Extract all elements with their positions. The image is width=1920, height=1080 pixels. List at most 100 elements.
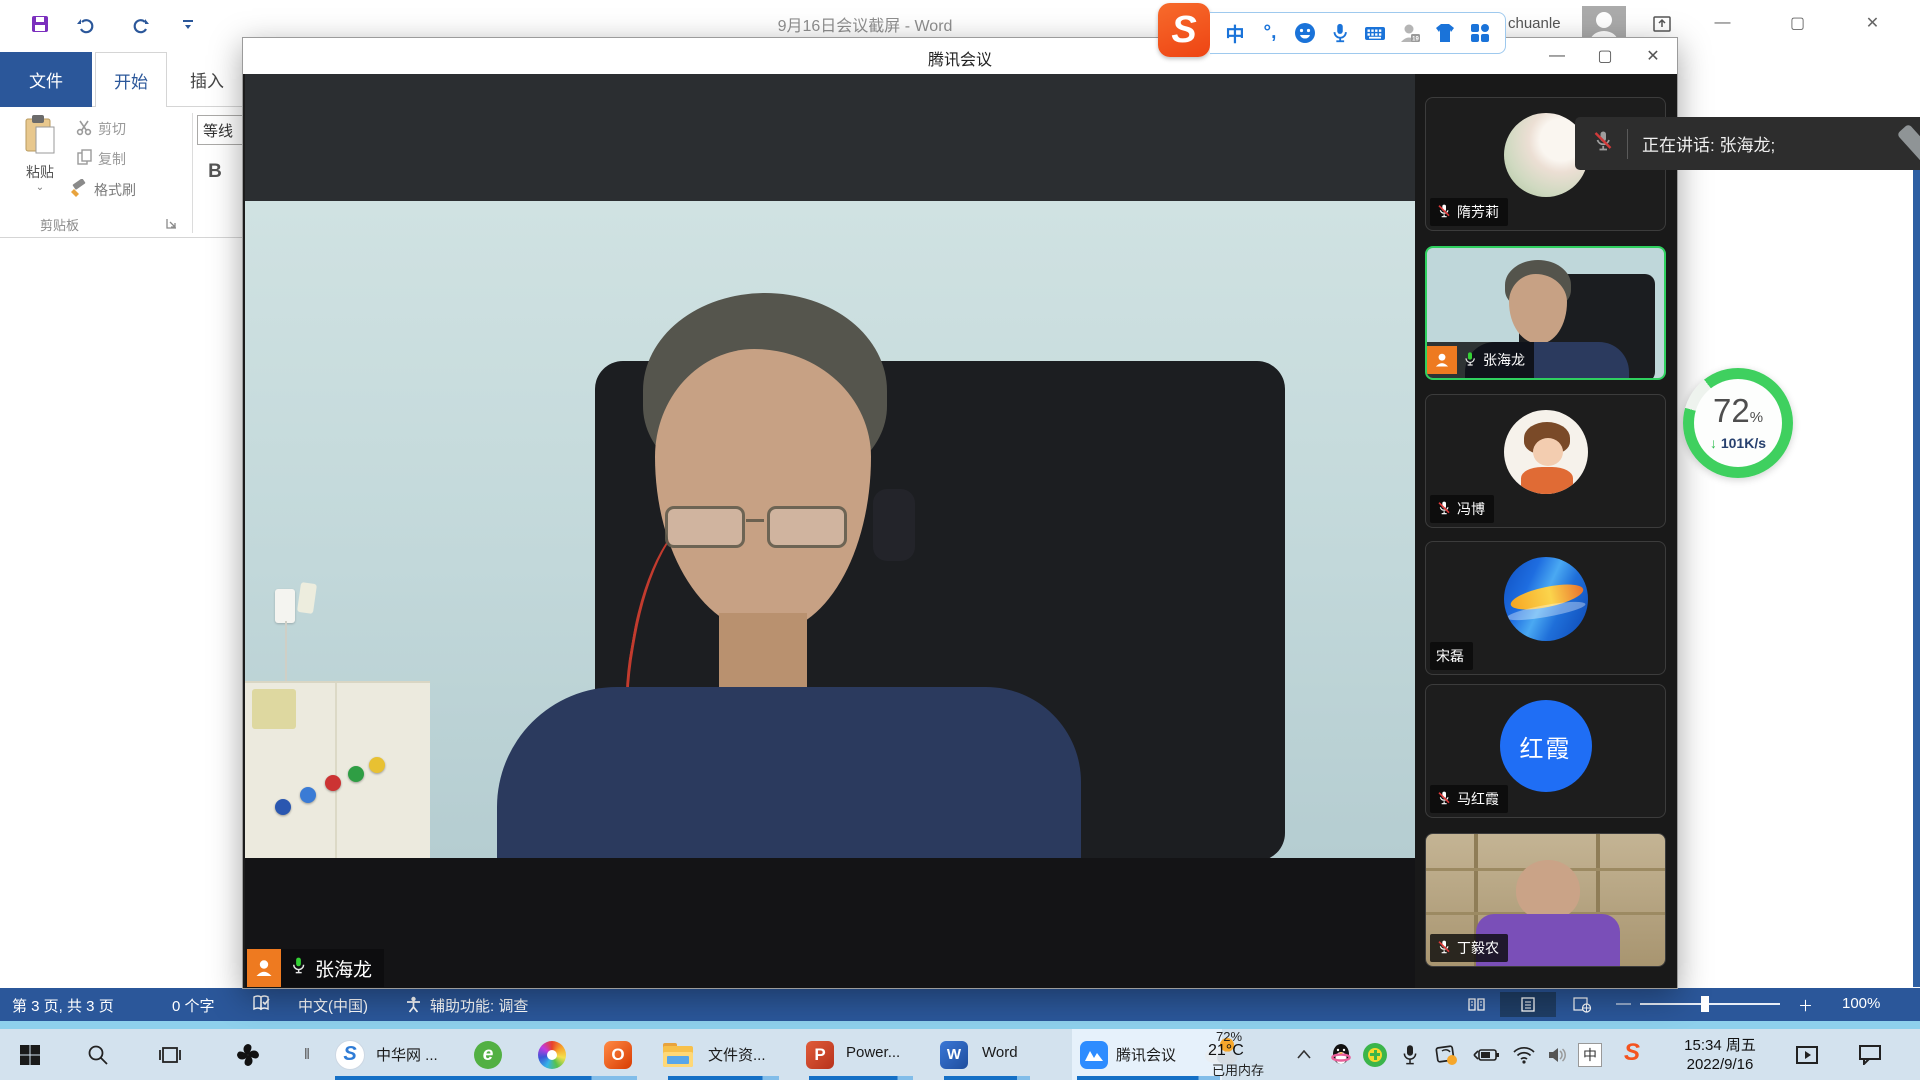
tray-ime-indicator[interactable]: 中 — [1578, 1043, 1602, 1067]
paste-button[interactable]: 粘贴 ⌄ — [16, 113, 64, 213]
proofing-icon[interactable] — [252, 995, 272, 1016]
file-explorer-label[interactable]: 文件资... — [708, 1044, 766, 1065]
word-scrollbar[interactable] — [1913, 125, 1920, 987]
zoom-slider-track[interactable] — [1640, 1003, 1780, 1005]
participant-tile[interactable]: 丁毅农 — [1425, 833, 1666, 967]
tray-sogou-icon[interactable]: S — [1624, 1039, 1640, 1067]
keyboard-icon[interactable] — [1362, 20, 1388, 46]
participant-tile[interactable]: 冯博 — [1425, 394, 1666, 528]
gauge-percent-unit: % — [1750, 409, 1763, 426]
word-minimize-button[interactable]: — — [1700, 8, 1745, 38]
sogou-logo-icon[interactable]: S — [1158, 3, 1210, 57]
zoom-in-button[interactable]: ＋ — [1798, 995, 1813, 1016]
weather-memory-widget[interactable]: 72% 21°C 已用内存 — [1186, 1029, 1286, 1080]
print-layout-icon[interactable] — [1500, 992, 1556, 1017]
file-explorer-icon[interactable] — [660, 1029, 696, 1080]
accessibility-status[interactable]: 辅助功能: 调查 — [430, 995, 528, 1016]
zoom-out-button[interactable]: — — [1616, 995, 1631, 1012]
language-indicator[interactable]: 中文(中国) — [298, 995, 368, 1016]
swirl-browser-icon[interactable] — [534, 1029, 570, 1080]
task-view-icon[interactable] — [150, 1029, 190, 1080]
skin-icon[interactable] — [1432, 20, 1458, 46]
green-browser-icon[interactable]: e — [470, 1029, 506, 1080]
participants-sidebar[interactable]: 隋芳莉 张海龙 — [1415, 74, 1677, 988]
sogou-browser-icon[interactable]: S — [332, 1029, 368, 1080]
sogou-pinwheel-icon[interactable] — [226, 1029, 270, 1080]
participant-tile[interactable]: 宋磊 — [1425, 541, 1666, 675]
volume-tray-icon[interactable] — [1542, 1029, 1574, 1080]
memory-label: 已用内存 — [1212, 1060, 1264, 1079]
participant-nameplate: 丁毅农 — [1430, 934, 1508, 962]
office-icon[interactable]: O — [600, 1029, 636, 1080]
toolbox-grid-icon[interactable] — [1467, 20, 1493, 46]
tab-insert[interactable]: 插入 — [172, 52, 242, 107]
emoji-icon[interactable] — [1292, 20, 1318, 46]
redo-icon[interactable] — [130, 12, 154, 36]
paste-label: 粘贴 — [16, 162, 64, 182]
participant-tile-speaking[interactable]: 张海龙 — [1425, 246, 1666, 380]
main-video-frame — [245, 201, 1415, 858]
ime-punctuation-mode[interactable]: °, — [1257, 20, 1283, 46]
ribbon-display-options-icon[interactable] — [1650, 12, 1674, 36]
participant-avatar — [1504, 410, 1588, 494]
word-count[interactable]: 0 个字 — [172, 995, 215, 1016]
accessibility-icon[interactable] — [404, 995, 423, 1018]
start-button[interactable] — [8, 1029, 52, 1080]
powerpoint-icon[interactable]: P — [802, 1029, 838, 1080]
qq-tray-icon[interactable] — [1326, 1029, 1356, 1080]
bold-button[interactable]: B — [202, 159, 228, 185]
microphone-tray-icon[interactable] — [1396, 1029, 1424, 1080]
knob-red — [325, 775, 341, 791]
clipboard-dialog-launcher-icon[interactable] — [165, 217, 178, 235]
browser-tab-label[interactable]: 中华网 ... — [376, 1044, 438, 1065]
word-close-button[interactable]: ✕ — [1850, 8, 1895, 38]
format-painter-button[interactable]: 格式刷 — [70, 179, 136, 201]
wifi-tray-icon[interactable] — [1508, 1029, 1540, 1080]
cut-button[interactable]: 剪切 — [76, 119, 126, 139]
account-name[interactable]: chuanle — [1508, 15, 1561, 32]
rotation-lock-tray-icon[interactable] — [1430, 1029, 1462, 1080]
taskbar-search-icon[interactable] — [78, 1029, 118, 1080]
powerpoint-label[interactable]: Power... — [846, 1044, 900, 1061]
main-speaker-video[interactable]: 张海龙 — [245, 74, 1415, 988]
meeting-minimize-button[interactable]: — — [1541, 42, 1573, 70]
meeting-taskbar-label[interactable]: 腾讯会议 — [1116, 1044, 1176, 1065]
font-name-box[interactable]: 等线 — [197, 115, 243, 145]
undo-icon[interactable] — [72, 12, 96, 36]
gauge-readout: 72% ↓ 101K/s — [1694, 379, 1782, 467]
read-mode-icon[interactable] — [1458, 992, 1494, 1017]
zoom-slider-handle[interactable] — [1701, 996, 1709, 1012]
document-area-right[interactable] — [1678, 45, 1920, 988]
zoom-level[interactable]: 100% — [1842, 995, 1880, 1012]
tab-file[interactable]: 文件 — [0, 52, 92, 107]
360-safe-tray-icon[interactable] — [1360, 1029, 1390, 1080]
ime-toolbar: S 中 °, 19 — [1158, 3, 1506, 57]
battery-tray-icon[interactable] — [1468, 1029, 1504, 1080]
network-monitor-gauge[interactable]: 72% ↓ 101K/s — [1683, 368, 1793, 478]
paste-dropdown-arrow[interactable]: ⌄ — [16, 182, 64, 193]
taskbar: ‖ S 中华网 ... e O 文件资... — [0, 1029, 1920, 1080]
glasses-right-lens — [767, 506, 847, 548]
meeting-taskbar-icon[interactable] — [1076, 1029, 1112, 1080]
speaking-toast-text: 正在讲话: 张海龙; — [1642, 131, 1775, 156]
copy-button[interactable]: 复制 — [76, 149, 126, 169]
word-taskbar-icon[interactable]: W — [936, 1029, 972, 1080]
ime-chinese-mode[interactable]: 中 — [1222, 20, 1248, 46]
save-icon[interactable] — [28, 12, 52, 36]
word-maximize-button[interactable]: ▢ — [1775, 8, 1820, 38]
meeting-close-button[interactable]: ✕ — [1637, 42, 1669, 70]
tab-home[interactable]: 开始 — [95, 52, 167, 107]
word-taskbar-label[interactable]: Word — [982, 1044, 1018, 1061]
qat-customize-icon[interactable] — [176, 12, 200, 36]
account-login-icon[interactable]: 19 — [1397, 20, 1423, 46]
taskbar-clock[interactable]: 15:34 周五 2022/9/16 — [1668, 1036, 1772, 1074]
tray-expand-chevron[interactable] — [1290, 1029, 1318, 1080]
meeting-maximize-button[interactable]: ▢ — [1589, 42, 1621, 70]
document-area[interactable] — [0, 238, 242, 988]
voice-input-icon[interactable] — [1327, 20, 1353, 46]
page-indicator[interactable]: 第 3 页, 共 3 页 — [12, 995, 114, 1016]
media-popup-tray-icon[interactable] — [1790, 1029, 1824, 1080]
action-center-icon[interactable] — [1852, 1029, 1888, 1080]
web-layout-icon[interactable] — [1564, 992, 1600, 1017]
participant-tile[interactable]: 红霞 马红霞 — [1425, 684, 1666, 818]
